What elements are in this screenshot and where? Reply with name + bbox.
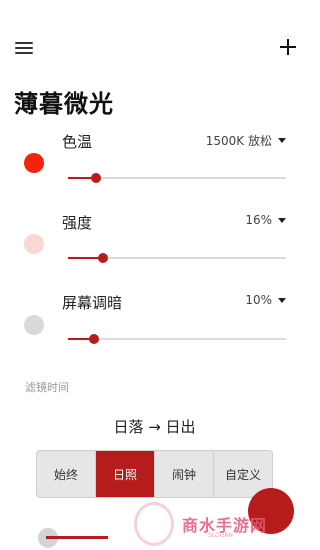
color-temperature-label: 色温 (62, 133, 93, 151)
add-icon[interactable] (280, 39, 296, 55)
screen-dim-row: 屏幕调暗 10% (0, 292, 309, 352)
menu-icon[interactable] (15, 42, 33, 56)
page-title: 薄暮微光 (14, 90, 114, 118)
filter-time-section-label: 滤镜时间 (25, 381, 69, 394)
slider-thumb[interactable] (91, 173, 102, 183)
intensity-slider[interactable] (68, 251, 286, 265)
screen-dim-value: 10% (245, 293, 272, 307)
intensity-dropdown[interactable]: 16% (245, 213, 286, 227)
schedule-title: 日落 → 日出 (113, 418, 196, 436)
mode-alarm-button[interactable]: 闹钟 (155, 451, 214, 497)
caret-down-icon (278, 217, 286, 223)
intensity-value: 16% (245, 213, 272, 227)
watermark: 商水手游网 SLOGAN (134, 500, 294, 550)
screen-dim-label: 屏幕调暗 (62, 294, 123, 312)
watermark-logo-icon (134, 502, 174, 546)
screen-dim-slider[interactable] (68, 332, 286, 346)
slider-track (68, 338, 286, 340)
intensity-row: 强度 16% (0, 212, 309, 272)
slider-thumb[interactable] (89, 334, 100, 344)
schedule-mode-selector: 始终 日照 闹钟 自定义 (36, 450, 273, 498)
slider-thumb[interactable] (97, 253, 108, 263)
bottom-indicator-line (46, 536, 108, 539)
watermark-subtext: SLOGAN (208, 532, 233, 539)
intensity-label: 强度 (62, 214, 93, 232)
intensity-dot (24, 234, 44, 254)
color-temperature-row: 色温 1500K 放松 (0, 131, 309, 191)
screen-dim-dropdown[interactable]: 10% (245, 293, 286, 307)
color-temperature-slider[interactable] (68, 171, 286, 185)
mode-daylight-button[interactable]: 日照 (96, 451, 155, 497)
caret-down-icon (278, 138, 286, 143)
caret-down-icon (278, 297, 286, 303)
top-bar (0, 30, 309, 66)
color-temperature-dropdown[interactable]: 1500K 放松 (206, 132, 286, 149)
mode-always-button[interactable]: 始终 (37, 451, 96, 497)
color-temperature-value: 1500K 放松 (205, 134, 272, 148)
screen-dim-dot (24, 315, 44, 335)
color-temperature-dot (24, 153, 44, 173)
